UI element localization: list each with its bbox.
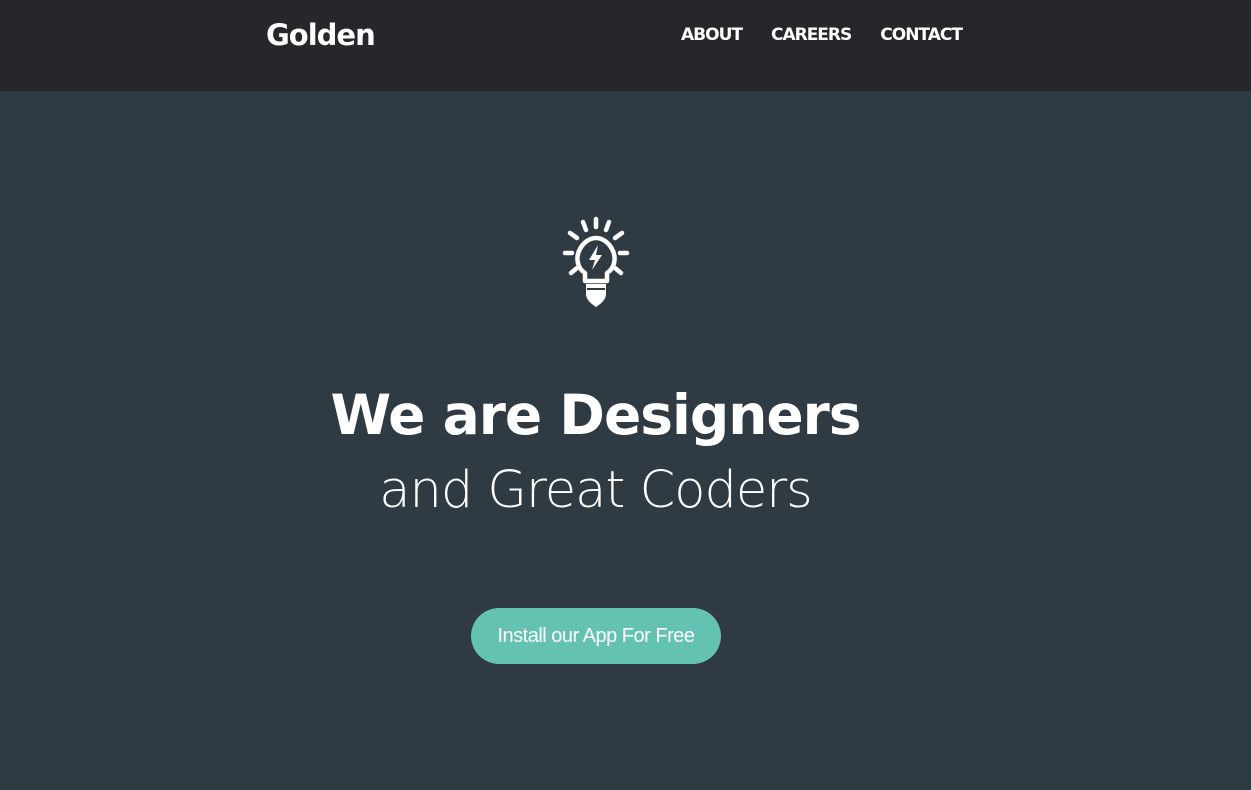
nav-menu: ABOUT CAREERS CONTACT bbox=[681, 23, 963, 47]
nav-item-contact: CONTACT bbox=[880, 23, 963, 47]
hero-section: We are Designers and Great Coders Instal… bbox=[0, 91, 1251, 790]
hero-headline: We are Designers bbox=[330, 383, 861, 447]
brand-logo[interactable]: Golden bbox=[266, 17, 376, 53]
nav-item-about: ABOUT bbox=[681, 23, 743, 47]
nav-link-contact[interactable]: CONTACT bbox=[880, 25, 963, 45]
lightbulb-icon bbox=[562, 216, 630, 307]
navbar: Golden ABOUT CAREERS CONTACT bbox=[0, 0, 1251, 91]
nav-link-about[interactable]: ABOUT bbox=[681, 25, 743, 45]
nav-item-careers: CAREERS bbox=[771, 23, 852, 47]
nav-link-careers[interactable]: CAREERS bbox=[771, 25, 852, 45]
install-app-button[interactable]: Install our App For Free bbox=[471, 608, 721, 664]
hero-subline: and Great Coders bbox=[379, 461, 812, 520]
